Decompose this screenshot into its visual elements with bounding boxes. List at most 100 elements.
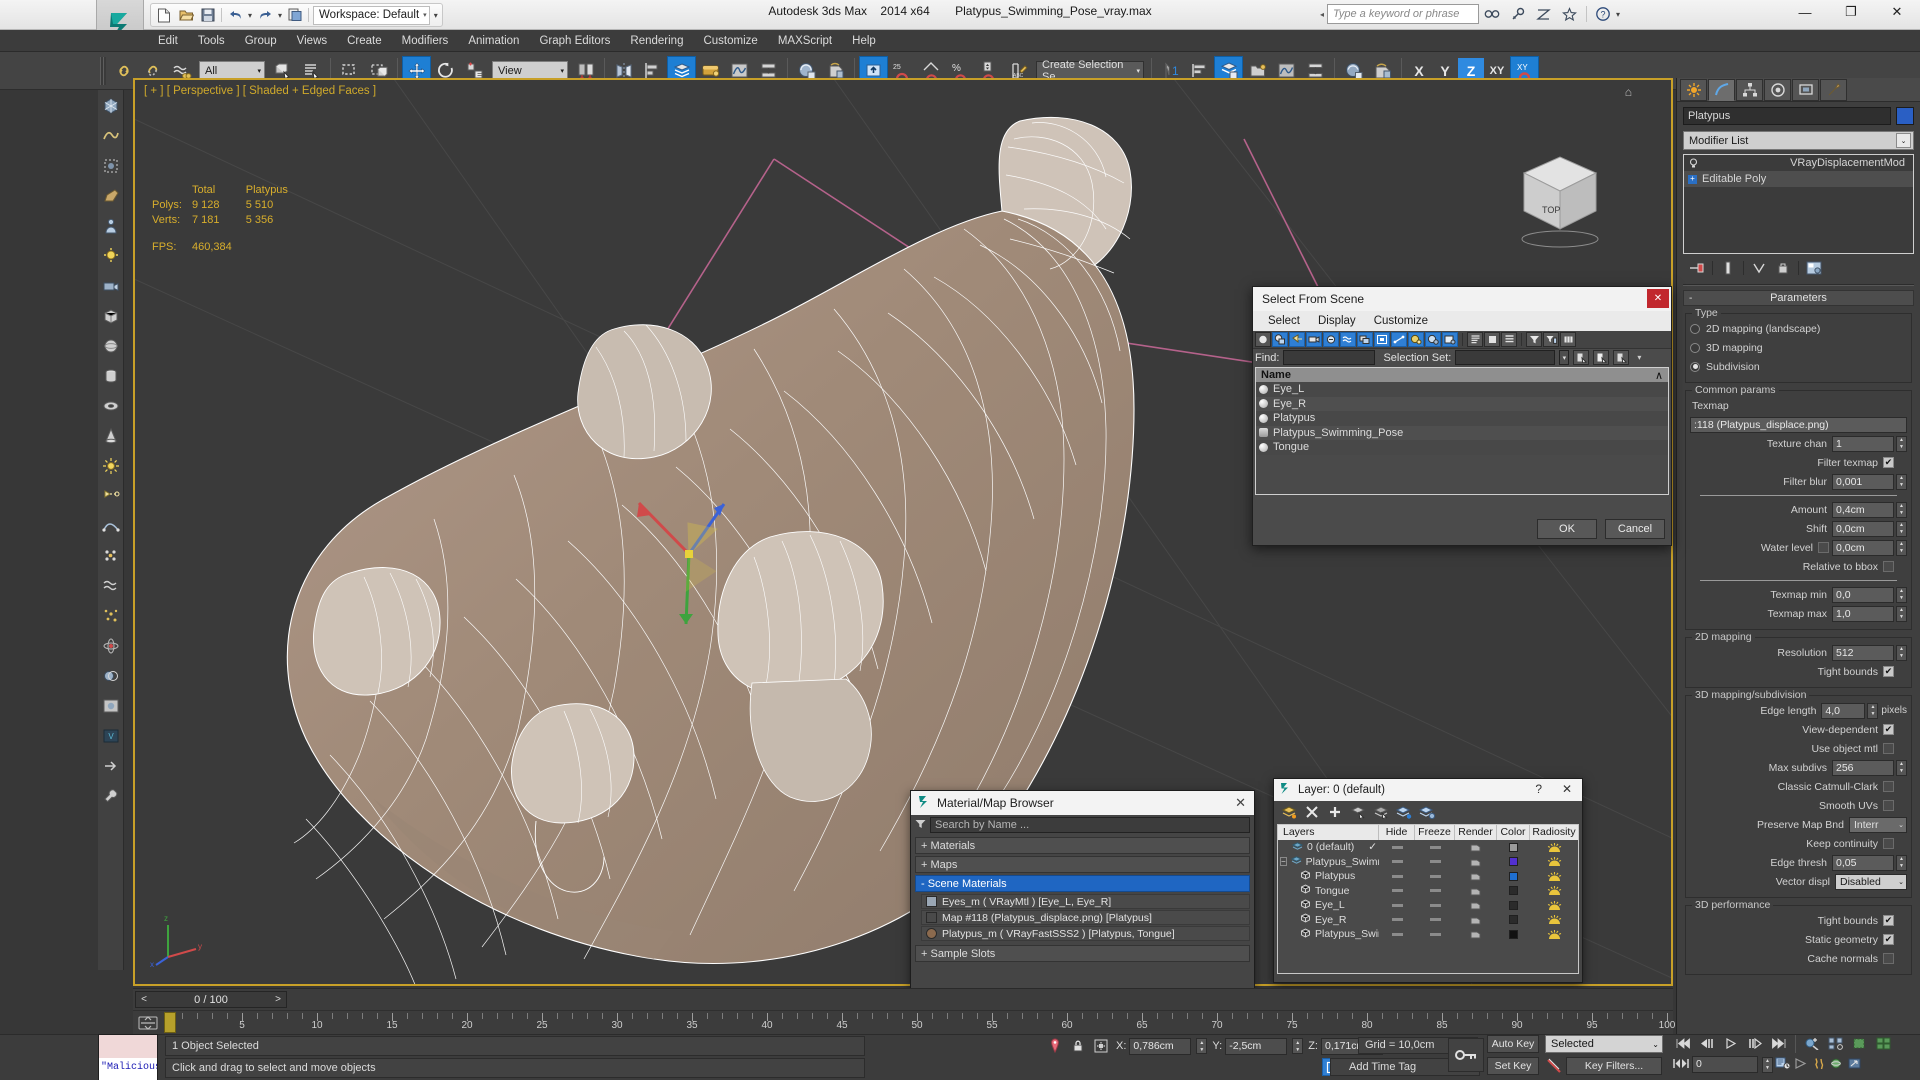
menu-item-graph-editors[interactable]: Graph Editors	[529, 30, 620, 52]
tab-modify[interactable]	[1708, 79, 1735, 101]
display-helpers-icon[interactable]	[1323, 332, 1339, 347]
layer-color-swatch[interactable]	[1509, 857, 1518, 867]
set-key-button[interactable]: Set Key	[1487, 1057, 1539, 1075]
current-layer-check-icon[interactable]: ✓	[1368, 841, 1377, 853]
undo-icon[interactable]	[226, 6, 244, 24]
expand-all-icon[interactable]	[1467, 332, 1483, 347]
minimize-button[interactable]: —	[1782, 0, 1828, 24]
systems-icon[interactable]	[99, 631, 123, 660]
material-group-sample-slots[interactable]: + Sample Slots	[915, 945, 1250, 962]
display-frozen-icon[interactable]	[1425, 332, 1441, 347]
open-file-icon[interactable]	[177, 6, 195, 24]
object-paint-icon[interactable]	[99, 181, 123, 210]
workspace-selector[interactable]: Workspace: Default ▾	[313, 5, 430, 25]
material-group-scene-materials[interactable]: - Scene Materials	[915, 875, 1250, 892]
display-space-warps-icon[interactable]	[1340, 332, 1356, 347]
maximize-viewport-icon[interactable]	[1847, 1057, 1863, 1073]
menu-item-rendering[interactable]: Rendering	[620, 30, 693, 52]
sfs-menu-customize[interactable]: Customize	[1365, 311, 1437, 331]
texture-chan-spinner[interactable]: ▲ ▼	[1896, 435, 1907, 452]
filter-advanced-icon[interactable]	[1543, 332, 1559, 347]
layer-row-eye-l[interactable]: Eye_L	[1278, 898, 1578, 913]
go-to-end-icon[interactable]	[1768, 1034, 1790, 1053]
pin-stack-icon[interactable]	[1685, 258, 1709, 278]
undo-flyout-icon[interactable]: ▾	[248, 11, 252, 20]
selection-set-input[interactable]	[1455, 350, 1556, 365]
window-controls[interactable]: — ❐ ✕	[1782, 0, 1920, 24]
render-toggle-icon[interactable]	[1455, 915, 1497, 925]
track-bar[interactable]: 5 10 15 20 25 30 35 40 45 50 55 60 65 70 75 80 85 90 95 100	[133, 1010, 1675, 1034]
graphite-polygon-modeling-icon[interactable]	[99, 91, 123, 120]
highlight-selected-objects-icon[interactable]	[1371, 803, 1391, 821]
tab-utilities[interactable]	[1820, 79, 1847, 101]
search-input[interactable]: Type a keyword or phrase	[1326, 4, 1479, 24]
modifier-list-dropdown[interactable]: Modifier List ⌄	[1683, 131, 1914, 150]
render-preview-icon[interactable]	[99, 691, 123, 720]
funnel-icon[interactable]	[915, 819, 926, 831]
scene-material-platypus-m[interactable]: Platypus_m ( VRayFastSSS2 ) [Platypus, T…	[921, 926, 1250, 941]
vector-displ-dropdown[interactable]: Disabled ⌄	[1835, 873, 1907, 890]
quick-access-toolbar[interactable]: ▾ ▾ Workspace: Default ▾ ▾	[150, 3, 443, 27]
next-frame-icon[interactable]	[1744, 1034, 1766, 1053]
layer-row-platypus-swimming-po[interactable]: Platypus_Swimming_P«	[1278, 927, 1578, 942]
spline-icon[interactable]	[99, 511, 123, 540]
tab-motion[interactable]	[1764, 79, 1791, 101]
freeze-toggle-icon[interactable]	[1429, 903, 1441, 907]
close-button[interactable]: ✕	[1874, 0, 1920, 24]
sphere-primitive-icon[interactable]	[99, 331, 123, 360]
add-to-layer-icon[interactable]	[1325, 803, 1345, 821]
resolution-field[interactable]: 512	[1832, 644, 1894, 661]
modifier-stack[interactable]: VRayDisplacementMod + Editable Poly	[1683, 154, 1914, 254]
configure-columns-icon[interactable]	[1560, 332, 1576, 347]
radiosity-icon[interactable]	[1530, 842, 1578, 853]
select-objects-in-layer-icon[interactable]	[1348, 803, 1368, 821]
radio-subdivision[interactable]	[1690, 361, 1700, 372]
absolute-relative-toggle-icon[interactable]	[1091, 1037, 1111, 1055]
key-mode-toggle[interactable]	[1448, 1038, 1484, 1072]
texmap-max-spinner[interactable]: ▲ ▼	[1896, 605, 1907, 622]
max-subdivs-spinner[interactable]: ▲ ▼	[1896, 759, 1907, 776]
layer-properties-icon[interactable]	[1417, 803, 1437, 821]
hide-toggle-icon[interactable]	[1391, 903, 1403, 907]
add-selection-set-icon[interactable]	[1573, 350, 1590, 365]
scene-object-list[interactable]: Name ∧ Eye_L Eye_R Platypus Platypus_Swi…	[1255, 367, 1669, 495]
use-object-mtl-checkbox[interactable]	[1883, 743, 1894, 754]
play-animation-icon[interactable]	[1720, 1034, 1742, 1053]
favorites-star-icon[interactable]	[1557, 3, 1583, 25]
scene-material-map-118[interactable]: Map #118 (Platypus_displace.png) [Platyp…	[921, 910, 1250, 925]
hide-toggle-icon[interactable]	[1391, 874, 1403, 878]
menu-item-group[interactable]: Group	[235, 30, 287, 52]
maxscript-mini-listener[interactable]: "Malicious s«	[98, 1034, 158, 1080]
filter-texmap-checkbox[interactable]: ✔	[1883, 457, 1894, 468]
plus-expand-icon[interactable]: +	[1688, 174, 1697, 184]
relative-bbox-checkbox[interactable]	[1883, 561, 1894, 572]
close-icon[interactable]: ✕	[1562, 782, 1572, 796]
selection-tools-icon[interactable]	[99, 151, 123, 180]
hide-toggle-icon[interactable]	[1391, 932, 1403, 936]
zoom-extents-icon[interactable]	[1825, 1034, 1847, 1053]
render-toggle-icon[interactable]	[1455, 871, 1497, 881]
time-slider-thumb[interactable]	[164, 1012, 176, 1033]
space-warps-icon[interactable]	[99, 571, 123, 600]
water-level-field[interactable]: 0,0cm	[1832, 539, 1894, 556]
menu-item-modifiers[interactable]: Modifiers	[392, 30, 459, 52]
parameters-rollout-header[interactable]: - Parameters	[1683, 290, 1914, 306]
freeze-toggle-icon[interactable]	[1429, 874, 1441, 878]
project-folder-icon[interactable]	[286, 6, 304, 24]
save-file-icon[interactable]	[199, 6, 217, 24]
static-geometry-checkbox[interactable]: ✔	[1883, 934, 1894, 945]
hide-toggle-icon[interactable]	[1391, 889, 1403, 893]
material-group-materials[interactable]: + Materials	[915, 837, 1250, 854]
zoom-region-icon[interactable]	[1801, 1034, 1823, 1053]
list-layout-icon[interactable]	[1501, 332, 1517, 347]
walkthrough-icon[interactable]	[1811, 1057, 1827, 1073]
communication-center-icon[interactable]	[1531, 3, 1557, 25]
previous-frame-icon[interactable]	[1696, 1034, 1718, 1053]
maximize-viewport-toggle-icon[interactable]	[1873, 1034, 1895, 1053]
layer-row-platypus-swimming-pose[interactable]: − Platypus_Swimming_Pose	[1278, 855, 1578, 870]
type-option-subdivision[interactable]: Subdivision	[1690, 358, 1907, 375]
menu-item-animation[interactable]: Animation	[458, 30, 529, 52]
menu-item-edit[interactable]: Edit	[148, 30, 188, 52]
ok-button[interactable]: OK	[1537, 519, 1597, 539]
maximize-button[interactable]: ❐	[1828, 0, 1874, 24]
